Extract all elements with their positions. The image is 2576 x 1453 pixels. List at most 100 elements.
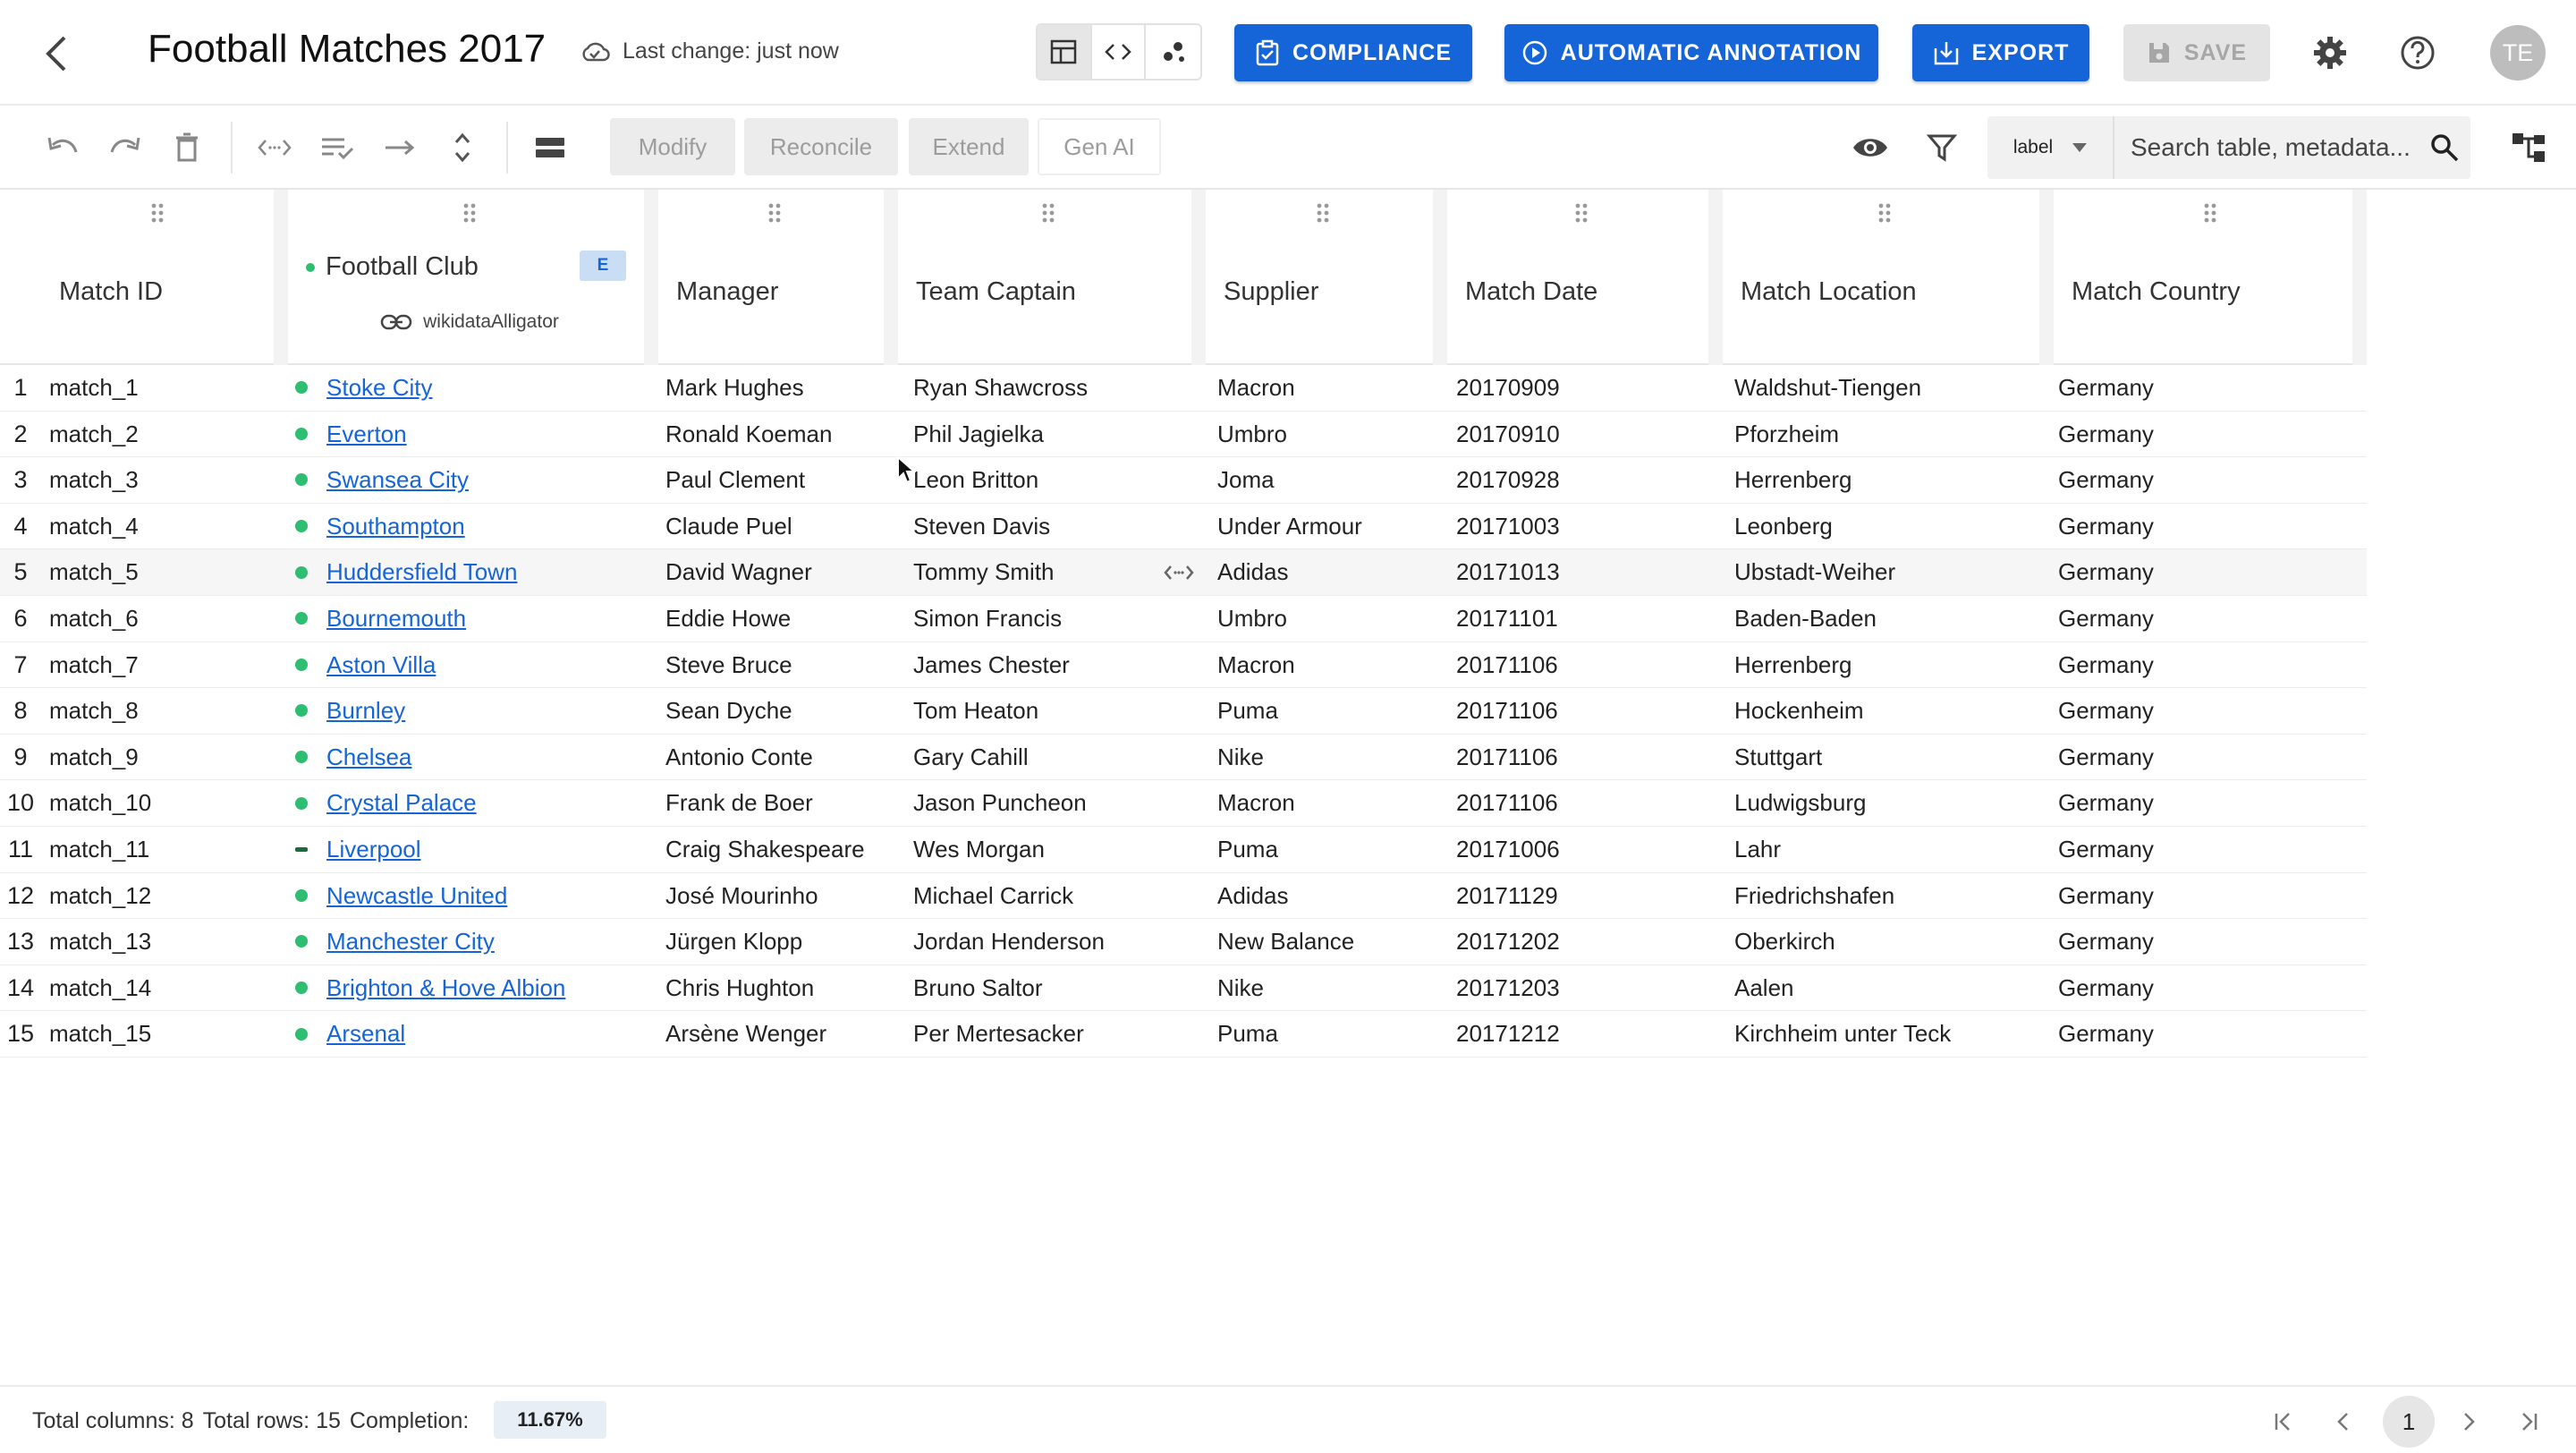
table-cell-manager[interactable]: Mark Hughes (665, 365, 804, 412)
table-row[interactable]: 12 match_12 Newcastle United José Mourinho M… (0, 873, 2367, 920)
table-cell-supplier[interactable]: Puma (1217, 688, 1278, 735)
table-cell-country[interactable]: Germany (2058, 412, 2154, 458)
table-cell-supplier[interactable]: Puma (1217, 827, 1278, 873)
table-cell-manager[interactable]: Eddie Howe (665, 596, 791, 642)
table-cell-club[interactable]: Stoke City (295, 365, 433, 412)
save-button[interactable]: SAVE (2123, 24, 2270, 81)
delete-button[interactable] (166, 127, 208, 168)
table-cell-date[interactable]: 20171101 (1456, 596, 1558, 642)
table-cell-location[interactable]: Herrenberg (1734, 457, 1852, 504)
table-cell-id[interactable]: match_9 (49, 735, 139, 781)
table-cell-supplier[interactable]: Macron (1217, 642, 1295, 689)
table-cell-club[interactable]: Brighton & Hove Albion (295, 965, 565, 1012)
table-cell-captain[interactable]: Simon Francis (913, 596, 1062, 642)
table-cell-id[interactable]: match_11 (49, 827, 149, 873)
column-drag-handle[interactable] (767, 202, 782, 228)
column-drag-handle[interactable] (1574, 202, 1589, 228)
table-cell-manager[interactable]: Chris Hughton (665, 965, 814, 1012)
table-cell-id[interactable]: match_2 (49, 412, 139, 458)
entity-link[interactable]: Arsenal (326, 1020, 405, 1047)
table-cell-id[interactable]: match_8 (49, 688, 139, 735)
expand-column-button[interactable] (254, 127, 295, 168)
table-cell-id[interactable]: match_1 (49, 365, 139, 412)
table-cell-club[interactable]: Huddersfield Town (295, 549, 517, 596)
table-cell-country[interactable]: Germany (2058, 365, 2154, 412)
table-cell-date[interactable]: 20171013 (1456, 549, 1560, 596)
entity-link[interactable]: Swansea City (326, 466, 469, 493)
column-drag-handle[interactable] (1316, 202, 1330, 228)
sort-button[interactable] (442, 127, 483, 168)
table-cell-supplier[interactable]: Macron (1217, 365, 1295, 412)
column-resize-handle[interactable] (274, 190, 288, 365)
table-cell-manager[interactable]: Jürgen Klopp (665, 919, 802, 965)
table-cell-club[interactable]: Everton (295, 412, 407, 458)
graph-view-button[interactable] (1146, 25, 1200, 79)
user-avatar[interactable]: TE (2490, 25, 2546, 81)
table-cell-id[interactable]: match_14 (49, 965, 151, 1012)
column-header[interactable]: Match Location (1723, 190, 2046, 365)
compliance-button[interactable]: COMPLIANCE (1234, 24, 1472, 81)
table-cell-supplier[interactable]: Umbro (1217, 412, 1287, 458)
table-cell-supplier[interactable]: Under Armour (1217, 504, 1362, 550)
table-cell-country[interactable]: Germany (2058, 596, 2154, 642)
column-header[interactable]: Match Date (1447, 190, 1716, 365)
column-resize-handle[interactable] (884, 190, 898, 365)
column-drag-handle[interactable] (1877, 202, 1892, 228)
entity-link[interactable]: Aston Villa (326, 651, 436, 678)
table-cell-country[interactable]: Germany (2058, 735, 2154, 781)
export-button[interactable]: EXPORT (1912, 24, 2089, 81)
table-cell-captain[interactable]: Ryan Shawcross (913, 365, 1088, 412)
table-cell-captain[interactable]: Wes Morgan (913, 827, 1045, 873)
table-cell-manager[interactable]: Steve Bruce (665, 642, 792, 689)
modify-button[interactable]: Modify (610, 118, 735, 175)
table-cell-date[interactable]: 20171106 (1456, 780, 1558, 827)
code-view-button[interactable] (1092, 25, 1147, 79)
table-cell-country[interactable]: Germany (2058, 642, 2154, 689)
column-resize-handle[interactable] (1708, 190, 1723, 365)
table-cell-club[interactable]: Chelsea (295, 735, 411, 781)
table-row[interactable]: 15 match_15 Arsenal Arsène Wenger Per Mertes… (0, 1011, 2367, 1058)
table-row[interactable]: 7 match_7 Aston Villa Steve Bruce James Ches… (0, 642, 2367, 689)
entity-link[interactable]: Southampton (326, 513, 465, 540)
entity-link[interactable]: Brighton & Hove Albion (326, 974, 565, 1001)
gen-ai-button[interactable]: Gen AI (1038, 118, 1161, 175)
column-header[interactable]: Team Captain (898, 190, 1199, 365)
table-cell-country[interactable]: Germany (2058, 457, 2154, 504)
visibility-button[interactable] (1850, 127, 1891, 168)
table-cell-location[interactable]: Aalen (1734, 965, 1794, 1012)
table-cell-captain[interactable]: Gary Cahill (913, 735, 1029, 781)
table-cell-location[interactable]: Ludwigsburg (1734, 780, 1866, 827)
table-cell-manager[interactable]: Claude Puel (665, 504, 792, 550)
help-button[interactable] (2399, 34, 2436, 76)
table-cell-date[interactable]: 20171003 (1456, 504, 1560, 550)
table-cell-id[interactable]: match_5 (49, 549, 139, 596)
entity-link[interactable]: Crystal Palace (326, 789, 477, 816)
column-header[interactable]: Supplier (1206, 190, 1440, 365)
table-cell-date[interactable]: 20171106 (1456, 735, 1558, 781)
table-cell-location[interactable]: Lahr (1734, 827, 1781, 873)
table-cell-supplier[interactable]: Adidas (1217, 549, 1289, 596)
last-page-button[interactable] (2510, 1403, 2547, 1440)
previous-page-button[interactable] (2326, 1403, 2363, 1440)
table-cell-manager[interactable]: Sean Dyche (665, 688, 792, 735)
table-row[interactable]: 14 match_14 Brighton & Hove Albion Chris Hu… (0, 965, 2367, 1012)
checklist-button[interactable] (317, 127, 358, 168)
table-cell-id[interactable]: match_3 (49, 457, 139, 504)
extend-button[interactable]: Extend (909, 118, 1029, 175)
table-cell-country[interactable]: Germany (2058, 688, 2154, 735)
arrow-right-button[interactable] (379, 127, 420, 168)
table-cell-captain[interactable]: Jason Puncheon (913, 780, 1087, 827)
table-cell-id[interactable]: match_15 (49, 1011, 151, 1058)
table-cell-date[interactable]: 20171106 (1456, 642, 1558, 689)
column-drag-handle[interactable] (2203, 202, 2217, 228)
table-cell-location[interactable]: Kirchheim unter Teck (1734, 1011, 1951, 1058)
table-cell-location[interactable]: Stuttgart (1734, 735, 1822, 781)
table-cell-captain[interactable]: Bruno Saltor (913, 965, 1043, 1012)
column-resize-handle[interactable] (1191, 190, 1206, 365)
table-cell-country[interactable]: Germany (2058, 919, 2154, 965)
table-cell-club[interactable]: Liverpool (295, 827, 421, 873)
table-cell-supplier[interactable]: Nike (1217, 965, 1264, 1012)
column-drag-handle[interactable] (1041, 202, 1055, 228)
table-cell-location[interactable]: Baden-Baden (1734, 596, 1877, 642)
table-row[interactable]: 2 match_2 Everton Ronald Koeman Phil Jagielk… (0, 412, 2367, 458)
